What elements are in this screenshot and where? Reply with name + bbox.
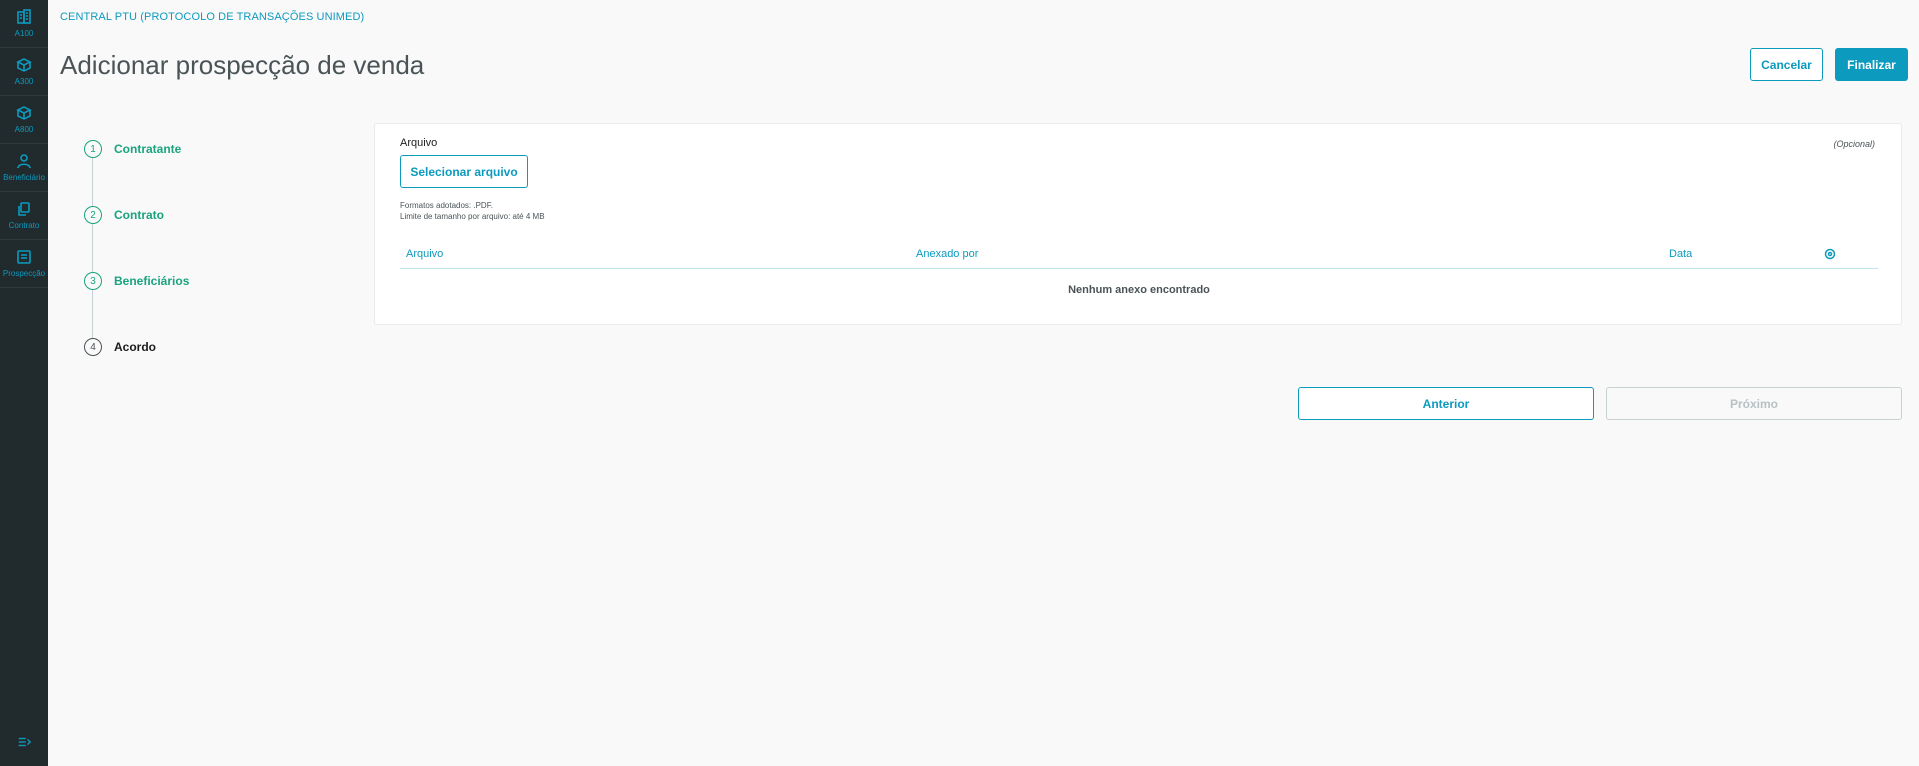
- sidebar-collapse-button[interactable]: [0, 728, 48, 756]
- breadcrumb[interactable]: CENTRAL PTU (PROTOCOLO DE TRANSAÇÕES UNI…: [60, 11, 364, 23]
- file-field-label: Arquivo: [400, 137, 438, 149]
- next-button[interactable]: Próximo: [1606, 387, 1902, 420]
- step-connector: [92, 158, 93, 206]
- sidebar-item-a100[interactable]: A100: [0, 0, 48, 48]
- table-settings-button[interactable]: [1824, 247, 1836, 265]
- attachments-table-header: Arquivo Anexado por Data: [400, 239, 1878, 269]
- previous-button[interactable]: Anterior: [1298, 387, 1594, 420]
- sidebar-item-a300[interactable]: A300: [0, 48, 48, 96]
- column-header-data[interactable]: Data: [1669, 248, 1692, 260]
- step-number: 1: [84, 140, 102, 158]
- step-label: Acordo: [114, 340, 156, 354]
- sidebar-item-prospeccao[interactable]: Prospecção: [0, 240, 48, 288]
- menu-collapse-icon: [18, 737, 31, 747]
- sidebar-item-contrato[interactable]: Contrato: [0, 192, 48, 240]
- page-title: Adicionar prospecção de venda: [60, 50, 425, 80]
- documents-icon: [18, 202, 30, 216]
- step-label: Beneficiários: [114, 274, 190, 288]
- building-icon: [17, 9, 31, 24]
- step-connector: [92, 290, 93, 338]
- sidebar-item-a800[interactable]: A800: [0, 96, 48, 144]
- step-number: 3: [84, 272, 102, 290]
- column-header-arquivo[interactable]: Arquivo: [406, 248, 443, 260]
- sidebar: A100 A300 A800 Beneficiário Contrato Pro…: [0, 0, 48, 766]
- sidebar-item-label: A100: [14, 29, 34, 38]
- cube-icon: [16, 106, 32, 120]
- sidebar-item-beneficiario[interactable]: Beneficiário: [0, 144, 48, 192]
- upload-card: Arquivo (Opcional) Selecionar arquivo Fo…: [374, 123, 1902, 325]
- empty-table-message: Nenhum anexo encontrado: [1068, 284, 1210, 296]
- finish-button[interactable]: Finalizar: [1835, 48, 1908, 81]
- formats-helper-text: Formatos adotados: .PDF.: [400, 201, 493, 210]
- step-acordo[interactable]: 4 Acordo: [84, 338, 156, 356]
- sidebar-item-label: A300: [14, 77, 34, 86]
- sidebar-item-label: Prospecção: [2, 269, 46, 278]
- step-connector: [92, 224, 93, 272]
- step-contratante[interactable]: 1 Contratante: [84, 140, 181, 158]
- select-file-button[interactable]: Selecionar arquivo: [400, 155, 528, 188]
- sidebar-item-label: Contrato: [8, 221, 40, 230]
- optional-label: (Opcional): [1833, 139, 1875, 149]
- column-header-anexado-por[interactable]: Anexado por: [916, 248, 978, 260]
- step-label: Contratante: [114, 142, 182, 156]
- clipboard-icon: [17, 250, 31, 264]
- user-icon: [17, 154, 31, 169]
- gear-icon: [1824, 248, 1836, 260]
- cancel-button[interactable]: Cancelar: [1750, 48, 1823, 81]
- sidebar-item-label: Beneficiário: [3, 173, 45, 182]
- step-contrato[interactable]: 2 Contrato: [84, 206, 164, 224]
- box-icon: [16, 58, 32, 72]
- step-number: 4: [84, 338, 102, 356]
- size-limit-helper-text: Limite de tamanho por arquivo: até 4 MB: [400, 212, 545, 221]
- step-beneficiarios[interactable]: 3 Beneficiários: [84, 272, 189, 290]
- step-label: Contrato: [114, 208, 164, 222]
- sidebar-item-label: A800: [14, 125, 34, 134]
- step-number: 2: [84, 206, 102, 224]
